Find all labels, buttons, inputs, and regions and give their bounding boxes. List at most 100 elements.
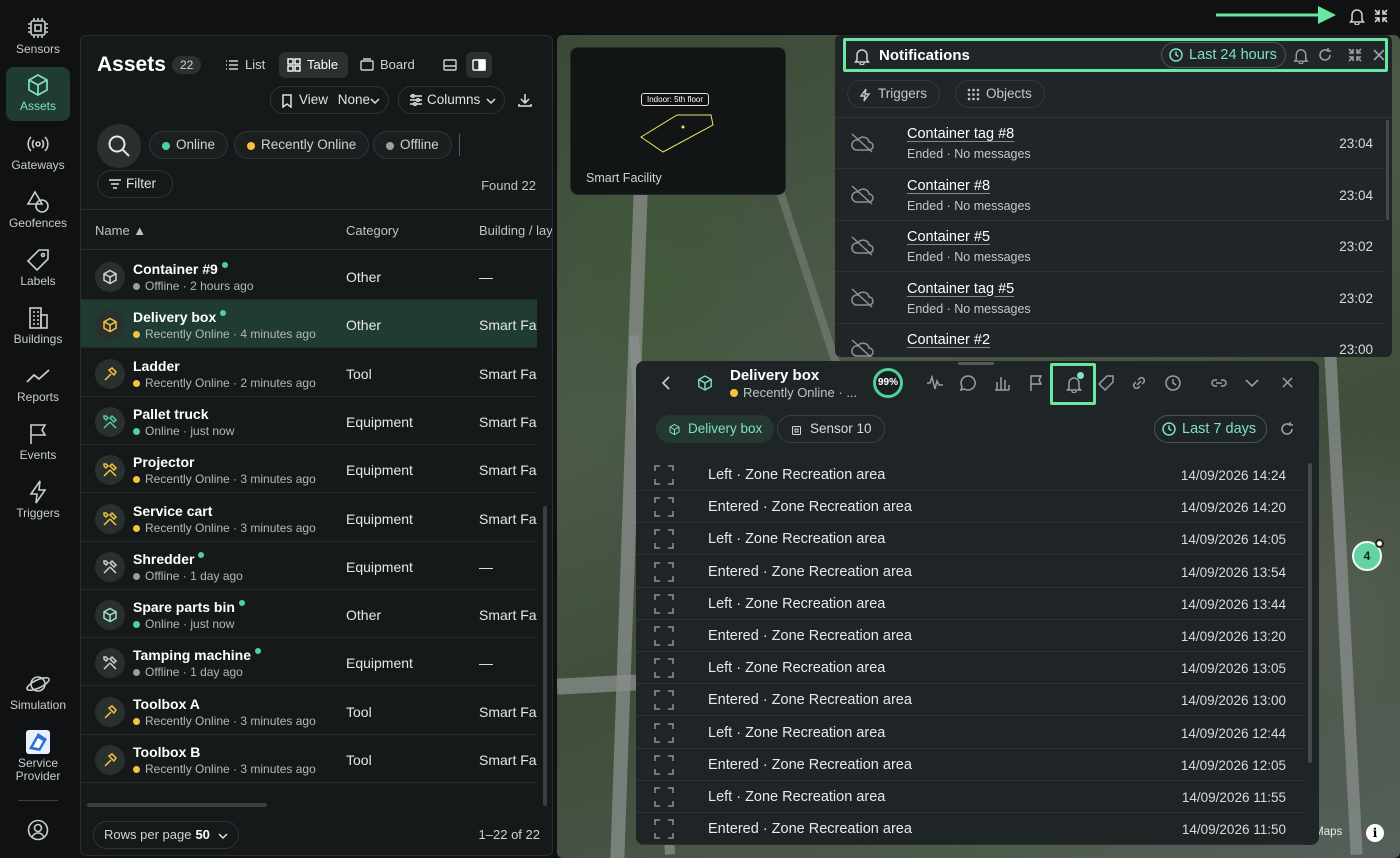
history-icon[interactable]: [1164, 374, 1182, 392]
nav-item-service-provider[interactable]: Service Provider: [6, 724, 70, 784]
filter-button[interactable]: Filter: [97, 170, 173, 198]
facility-card[interactable]: Indoor: 5th floor Smart Facility: [570, 47, 786, 195]
event-row[interactable]: Entered · Zone Recreation area 14/09/2026…: [636, 556, 1304, 588]
nav-item-simulation[interactable]: Simulation: [6, 666, 70, 720]
chip-objects[interactable]: Objects: [955, 80, 1045, 108]
chip-triggers[interactable]: Triggers: [847, 80, 941, 108]
nav-item-reports[interactable]: Reports: [6, 358, 70, 412]
table-row[interactable]: Spare parts bin Online · just now Other Sma…: [81, 590, 537, 639]
chip-delivery-box[interactable]: Delivery box: [656, 415, 775, 443]
columns-button[interactable]: Columns: [398, 86, 505, 114]
notification-item[interactable]: Container tag #8 Ended · No messages 23:04: [835, 118, 1385, 169]
bar-chart-icon[interactable]: [993, 374, 1011, 392]
table-row[interactable]: Shredder Offline · 1 day ago Equipment —: [81, 542, 537, 590]
chat-icon[interactable]: [959, 374, 977, 392]
table-row[interactable]: Projector Recently Online · 3 minutes ago…: [81, 445, 537, 494]
activity-icon[interactable]: [926, 374, 944, 392]
asset-name[interactable]: Projector: [133, 454, 194, 470]
notification-title[interactable]: Container tag #8: [907, 126, 1014, 142]
asset-name[interactable]: Container #9: [133, 261, 228, 277]
link-share-icon[interactable]: [1210, 374, 1228, 392]
asset-name[interactable]: Tamping machine: [133, 647, 261, 663]
events-scrollbar[interactable]: [1308, 463, 1312, 763]
nav-item-gateways[interactable]: Gateways: [6, 126, 70, 180]
nav-item-assets[interactable]: Assets: [6, 67, 70, 121]
table-row[interactable]: Toolbox B Recently Online · 3 minutes ago…: [81, 735, 537, 783]
notification-item[interactable]: Container #2 23:00: [835, 324, 1385, 357]
drag-handle[interactable]: [958, 362, 994, 365]
chip-sensor[interactable]: Sensor 10: [777, 415, 885, 443]
nav-item-geofences[interactable]: Geofences: [6, 184, 70, 238]
close-icon[interactable]: [1372, 48, 1386, 62]
layout-split-button[interactable]: [466, 52, 492, 78]
filter-recently-online[interactable]: Recently Online: [234, 131, 370, 159]
event-row[interactable]: Left · Zone Recreation area 14/09/2026 14…: [636, 459, 1304, 491]
search-button[interactable]: [97, 124, 141, 168]
notification-title[interactable]: Container #8: [907, 178, 990, 194]
column-header-name[interactable]: Name ▲: [95, 223, 146, 238]
event-row[interactable]: Entered · Zone Recreation area 14/09/2026…: [636, 813, 1304, 845]
tab-table[interactable]: Table: [279, 52, 349, 78]
table-row[interactable]: Ladder Recently Online · 2 minutes ago Too…: [81, 349, 537, 397]
nav-item-labels[interactable]: Labels: [6, 242, 70, 296]
flag-icon[interactable]: [1027, 374, 1045, 392]
asset-name[interactable]: Toolbox A: [133, 696, 200, 712]
asset-name[interactable]: Ladder: [133, 358, 180, 374]
filter-offline[interactable]: Offline: [373, 131, 452, 159]
event-row[interactable]: Left · Zone Recreation area 14/09/2026 12…: [636, 717, 1304, 749]
bell-settings-icon[interactable]: [1293, 47, 1309, 64]
asset-name[interactable]: Delivery box: [133, 309, 227, 325]
link-icon[interactable]: [1130, 374, 1148, 392]
event-row[interactable]: Entered · Zone Recreation area 14/09/2026…: [636, 491, 1304, 524]
rows-per-page-selector[interactable]: Rows per page 50: [93, 821, 239, 849]
column-header-category[interactable]: Category: [346, 223, 399, 238]
horizontal-scrollbar[interactable]: [87, 803, 267, 807]
close-icon[interactable]: [1281, 376, 1294, 389]
event-row[interactable]: Left · Zone Recreation area 14/09/2026 13…: [636, 588, 1304, 620]
asset-name[interactable]: Spare parts bin: [133, 599, 245, 615]
notifications-scrollbar[interactable]: [1386, 120, 1389, 220]
asset-name[interactable]: Shredder: [133, 551, 205, 567]
chevron-left-icon[interactable]: [661, 376, 671, 390]
filter-online[interactable]: Online: [149, 131, 229, 159]
event-row[interactable]: Entered · Zone Recreation area 14/09/2026…: [636, 620, 1304, 652]
tag-icon[interactable]: [1097, 374, 1115, 392]
vertical-scrollbar[interactable]: [543, 506, 547, 806]
notification-title[interactable]: Container #2: [907, 332, 990, 348]
tab-list[interactable]: List: [217, 52, 275, 78]
event-row[interactable]: Entered · Zone Recreation area 14/09/2026…: [636, 684, 1304, 717]
layout-single-button[interactable]: [437, 52, 463, 78]
table-row[interactable]: Tamping machine Offline · 1 day ago Equipm…: [81, 638, 537, 687]
asset-name[interactable]: Toolbox B: [133, 744, 200, 760]
notifications-range-selector[interactable]: Last 24 hours: [1161, 42, 1286, 68]
nav-item-events[interactable]: Events: [6, 416, 70, 470]
collapse-icon[interactable]: [1347, 47, 1363, 63]
asset-name[interactable]: Service cart: [133, 503, 212, 519]
map-info-button[interactable]: i: [1366, 824, 1384, 842]
notification-title[interactable]: Container #5: [907, 229, 990, 245]
export-button[interactable]: [512, 87, 538, 113]
table-row[interactable]: Toolbox A Recently Online · 3 minutes ago…: [81, 687, 537, 735]
nav-item-triggers[interactable]: Triggers: [6, 474, 70, 528]
tab-board[interactable]: Board: [352, 52, 425, 78]
detail-range-selector[interactable]: Last 7 days: [1154, 415, 1268, 443]
nav-item-buildings[interactable]: Buildings: [6, 300, 70, 354]
event-row[interactable]: Left · Zone Recreation area 14/09/2026 13…: [636, 652, 1304, 685]
notification-item[interactable]: Container #5 Ended · No messages 23:02: [835, 221, 1385, 272]
view-selector[interactable]: View None: [270, 86, 389, 114]
notification-title[interactable]: Container tag #5: [907, 281, 1014, 297]
asset-name[interactable]: Pallet truck: [133, 406, 208, 422]
nav-item-sensors[interactable]: Sensors: [6, 10, 70, 64]
chevron-down-icon[interactable]: [1245, 378, 1259, 388]
map-cluster-marker[interactable]: 4: [1352, 539, 1384, 571]
notification-item[interactable]: Container #8 Ended · No messages 23:04: [835, 170, 1385, 221]
table-row[interactable]: Service cart Recently Online · 3 minutes …: [81, 494, 537, 542]
table-row[interactable]: Pallet truck Online · just now Equipment Sm…: [81, 397, 537, 445]
event-row[interactable]: Left · Zone Recreation area 14/09/2026 11…: [636, 781, 1304, 813]
bell-icon[interactable]: [1349, 7, 1365, 25]
notifications-tab-highlight[interactable]: [1050, 363, 1096, 405]
column-header-building[interactable]: Building / layer: [479, 223, 552, 238]
event-row[interactable]: Entered · Zone Recreation area 14/09/2026…: [636, 749, 1304, 781]
refresh-icon[interactable]: [1317, 47, 1333, 63]
refresh-icon[interactable]: [1279, 421, 1295, 437]
